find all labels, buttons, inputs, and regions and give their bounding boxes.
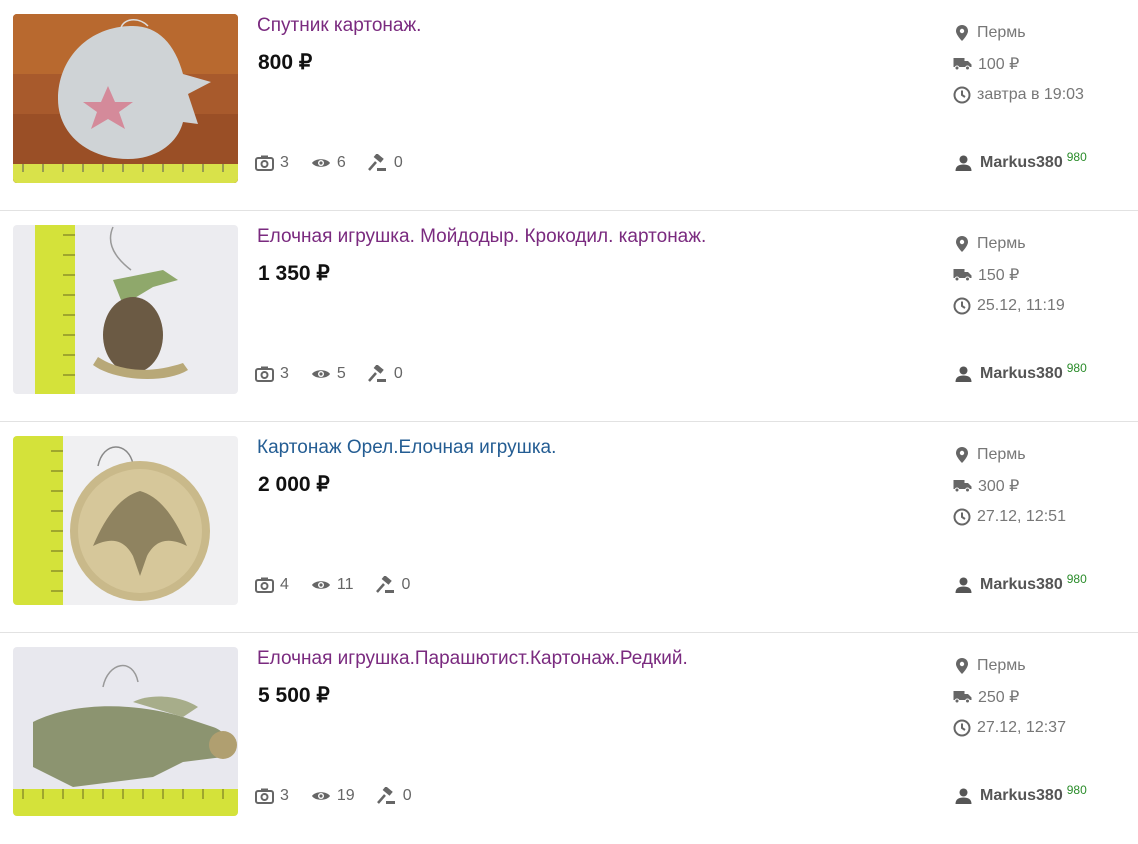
clock-icon [953,297,971,314]
view-count: 6 [311,154,346,172]
end-time: 25.12, 11:19 [953,290,1065,321]
location-pin-icon [956,446,968,463]
seller-name: Markus380 [980,365,1063,382]
clock-icon [953,719,971,736]
listing-meta: Пермь 100 ₽ завтра в 19:03 [953,17,1084,110]
camera-icon [255,366,274,382]
listing-item: Елочная игрушка.Парашютист.Картонаж.Редк… [0,633,1138,844]
listing-stats: 3 6 0 [255,154,425,172]
listing-item: Елочная игрушка. Мойдодыр. Крокодил. кар… [0,211,1138,422]
seller-link[interactable]: Markus380 980 [955,572,1087,594]
location: Пермь [953,228,1065,259]
listing-stats: 4 11 0 [255,576,432,594]
eagle-medallion-photo [13,436,238,605]
gavel-icon [375,576,394,593]
sputnik-photo [13,14,238,183]
seller-link[interactable]: Markus380 980 [955,783,1087,805]
listing-stats: 3 19 0 [255,787,434,805]
gavel-icon [376,787,395,804]
listing-title[interactable]: Картонаж Орел.Елочная игрушка. [257,436,556,460]
user-icon [955,577,972,593]
listing-price: 1 350 ₽ [258,262,330,285]
bid-count: 0 [367,365,403,383]
seller-link[interactable]: Markus380 980 [955,150,1087,172]
user-icon [955,788,972,804]
photo-count: 3 [255,365,289,383]
listing-meta: Пермь 150 ₽ 25.12, 11:19 [953,228,1065,321]
end-time: завтра в 19:03 [953,79,1084,110]
location: Пермь [953,17,1084,48]
location-pin-icon [956,24,968,41]
eye-icon [311,370,330,378]
bid-count: 0 [367,154,403,172]
end-time: 27.12, 12:37 [953,712,1066,743]
listing-thumbnail[interactable] [13,436,238,605]
seller-name: Markus380 [980,787,1063,804]
listing-meta: Пермь 300 ₽ 27.12, 12:51 [953,439,1066,532]
truck-icon [953,269,972,282]
bid-count: 0 [375,576,410,594]
listing-meta: Пермь 250 ₽ 27.12, 12:37 [953,650,1066,743]
shipping-cost: 250 ₽ [953,681,1066,712]
listing-title[interactable]: Спутник картонаж. [257,14,421,38]
user-icon [955,155,972,171]
listing-item: Спутник картонаж. 800 ₽ 3 6 0 Пермь 100 … [0,0,1138,211]
photo-count: 4 [255,576,289,594]
listing-list: Спутник картонаж. 800 ₽ 3 6 0 Пермь 100 … [0,0,1138,844]
seller-rating: 980 [1066,783,1087,797]
camera-icon [255,155,274,171]
user-icon [955,366,972,382]
end-time: 27.12, 12:51 [953,501,1066,532]
listing-thumbnail[interactable] [13,225,238,394]
clock-icon [953,508,971,525]
view-count: 11 [311,576,354,594]
listing-price: 800 ₽ [258,51,313,74]
shipping-cost: 300 ₽ [953,470,1066,501]
camera-icon [255,577,274,593]
crocodile-ornament-photo [13,225,238,394]
gavel-icon [367,154,386,171]
listing-thumbnail[interactable] [13,14,238,183]
seller-rating: 980 [1066,572,1087,586]
truck-icon [953,691,972,704]
listing-item: Картонаж Орел.Елочная игрушка. 2 000 ₽ 4… [0,422,1138,633]
view-count: 19 [311,787,355,805]
seller-rating: 980 [1066,150,1087,164]
seller-rating: 980 [1066,361,1087,375]
seller-name: Markus380 [980,154,1063,171]
shipping-cost: 150 ₽ [953,259,1065,290]
eye-icon [311,792,330,800]
location: Пермь [953,439,1066,470]
photo-count: 3 [255,787,289,805]
clock-icon [953,86,971,103]
photo-count: 3 [255,154,289,172]
eye-icon [311,159,330,167]
shipping-cost: 100 ₽ [953,48,1084,79]
camera-icon [255,788,274,804]
listing-title[interactable]: Елочная игрушка. Мойдодыр. Крокодил. кар… [257,225,706,249]
listing-price: 2 000 ₽ [258,473,330,496]
truck-icon [953,480,972,493]
eye-icon [311,581,330,589]
listing-stats: 3 5 0 [255,365,425,383]
listing-title[interactable]: Елочная игрушка.Парашютист.Картонаж.Редк… [257,647,688,671]
bid-count: 0 [376,787,412,805]
seller-name: Markus380 [980,576,1063,593]
location: Пермь [953,650,1066,681]
gavel-icon [367,365,386,382]
location-pin-icon [956,657,968,674]
truck-icon [953,58,972,71]
view-count: 5 [311,365,346,383]
listing-price: 5 500 ₽ [258,684,330,707]
listing-thumbnail[interactable] [13,647,238,816]
seller-link[interactable]: Markus380 980 [955,361,1087,383]
location-pin-icon [956,235,968,252]
parachutist-ornament-photo [13,647,238,816]
